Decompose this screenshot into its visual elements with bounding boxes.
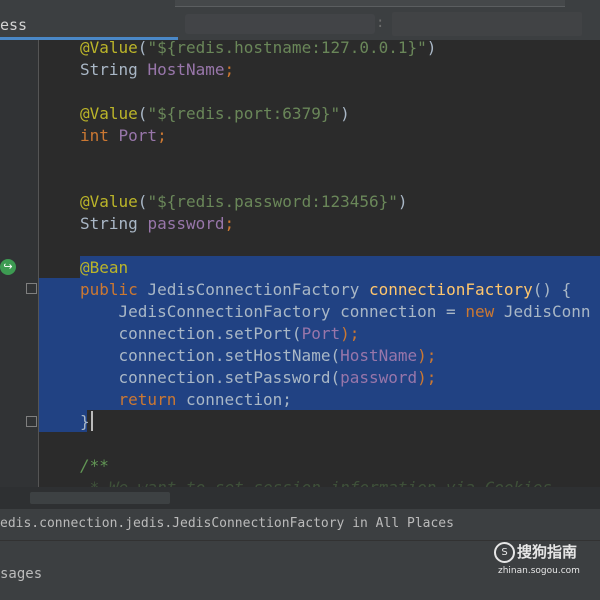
editor-tab-bar: ess : — [0, 0, 600, 40]
code-line[interactable]: connection.setPort(Port); — [80, 323, 360, 345]
panel-header-blurred — [30, 492, 170, 504]
code-line[interactable]: @Value("${redis.password:123456}") — [80, 191, 408, 213]
code-line[interactable]: connection.setPassword(password); — [80, 367, 437, 389]
code-line[interactable]: @Value("${redis.hostname:127.0.0.1}") — [80, 37, 436, 59]
watermark-title: 搜狗指南 — [517, 543, 578, 561]
tab-separator: : — [376, 15, 385, 31]
tab-blurred-file[interactable] — [185, 14, 375, 34]
fold-marker-icon[interactable] — [26, 283, 37, 294]
usages-group-label[interactable]: sages — [0, 564, 42, 584]
fold-marker-icon[interactable] — [26, 416, 37, 427]
code-line[interactable]: int Port; — [80, 125, 167, 147]
code-line[interactable]: String password; — [80, 213, 234, 235]
code-line[interactable]: connection.setHostName(HostName); — [80, 345, 437, 367]
tab-blurred-region — [392, 12, 582, 36]
watermark-subtitle: zhinan.sogou.com — [498, 566, 580, 576]
sogou-watermark: S 搜狗指南 zhinan.sogou.com — [494, 540, 594, 584]
tab-active-file[interactable]: ess — [0, 12, 178, 40]
sogou-logo-icon: S — [494, 542, 515, 563]
code-line[interactable]: JedisConnectionFactory connection = new … — [80, 301, 591, 323]
code-line[interactable]: String HostName; — [80, 59, 234, 81]
code-line[interactable]: } — [80, 411, 93, 433]
selection-highlight — [80, 256, 600, 278]
code-line[interactable]: return connection; — [80, 389, 292, 411]
code-line[interactable]: @Value("${redis.port:6379}") — [80, 103, 350, 125]
code-line[interactable]: /** — [80, 455, 109, 477]
code-line[interactable]: @Bean — [80, 257, 128, 279]
code-line[interactable]: public JedisConnectionFactory connection… — [80, 279, 571, 301]
spring-bean-icon[interactable]: ↪ — [0, 259, 16, 275]
text-caret — [90, 411, 93, 431]
find-usages-target[interactable]: edis.connection.jedis.JedisConnectionFac… — [0, 514, 454, 534]
tab-strip-decoration — [175, 0, 565, 7]
